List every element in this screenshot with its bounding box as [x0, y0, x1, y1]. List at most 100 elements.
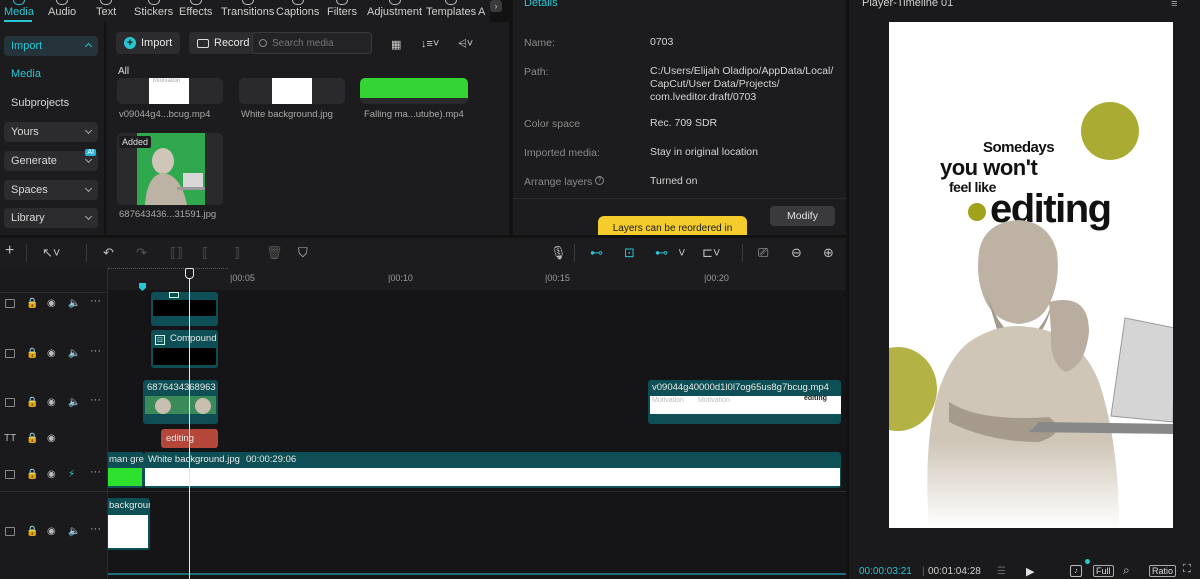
track-thumbnail-icon[interactable] — [5, 398, 15, 407]
split-left-icon[interactable]: ⟦ — [202, 246, 208, 259]
more-options-icon[interactable]: ··· — [90, 466, 101, 478]
screen-record-icon[interactable]: ⎚ — [758, 246, 768, 259]
preview-axis-icon[interactable]: ⊡ — [624, 246, 635, 259]
clip-background-audio[interactable]: backgroun — [108, 498, 150, 550]
tab-effects[interactable]: Effects — [179, 0, 212, 22]
eye-icon[interactable]: ◉ — [47, 526, 56, 537]
tab-stickers[interactable]: Stickers — [134, 0, 173, 22]
full-button[interactable]: Full — [1093, 565, 1114, 577]
tab-more[interactable]: A — [478, 0, 485, 22]
modify-button[interactable]: Modify — [770, 206, 835, 226]
filter-all[interactable]: All — [118, 66, 129, 77]
nav-library[interactable]: Library — [4, 208, 98, 228]
magnet-link-icon[interactable]: ⊷ — [590, 246, 603, 259]
speaker-icon[interactable]: 🔈 — [68, 298, 80, 309]
undo-icon[interactable]: ↶ — [103, 246, 114, 259]
lock-icon[interactable]: 🔒 — [26, 348, 38, 359]
track-thumbnail-icon[interactable] — [5, 527, 15, 536]
zoom-fit-icon[interactable]: ⌕ — [1123, 563, 1130, 578]
help-icon[interactable]: ? — [595, 176, 604, 185]
lock-icon[interactable]: 🔒 — [26, 433, 38, 444]
lock-icon[interactable]: 🔒 — [26, 397, 38, 408]
eye-icon[interactable]: ◉ — [47, 397, 56, 408]
zoom-out-icon[interactable]: ⊖ — [791, 246, 802, 259]
speaker-icon[interactable]: 🔈 — [68, 397, 80, 408]
record-button[interactable]: Record — [189, 32, 258, 54]
chevron-down-icon[interactable]: ˅ — [678, 246, 686, 259]
tab-captions[interactable]: Captions — [276, 0, 319, 22]
redo-icon[interactable]: ↷ — [136, 246, 147, 259]
timeline-bottom-scrollbar[interactable] — [108, 573, 846, 575]
track-thumbnail-icon[interactable] — [5, 349, 15, 358]
clip-compound[interactable]: ⊡ Compound — [151, 330, 218, 368]
music-note-icon[interactable]: ♪ — [1070, 565, 1082, 577]
tab-transitions[interactable]: Transitions — [221, 0, 274, 22]
import-button[interactable]: + Import — [116, 32, 181, 54]
player-canvas[interactable]: Somedays you won't feel like editing — [889, 22, 1173, 528]
fullscreen-icon[interactable]: ⛶ — [1183, 563, 1191, 576]
tab-media[interactable]: Media — [4, 0, 34, 22]
audio-icon — [56, 0, 69, 5]
clip-video-right[interactable]: v09044g40000d1l0l7og65us8g7bcug.mp4 Moti… — [648, 380, 841, 424]
delete-icon[interactable]: 🗑 — [266, 246, 283, 259]
menu-icon[interactable]: ≡ — [1171, 0, 1177, 10]
microphone-icon[interactable]: 🎙 — [550, 246, 567, 259]
tab-text[interactable]: Text — [96, 0, 116, 22]
shield-icon[interactable]: ⛉ — [298, 246, 308, 259]
tab-filters[interactable]: Filters — [327, 0, 357, 22]
more-options-icon[interactable]: ··· — [90, 523, 101, 535]
eye-icon[interactable]: ◉ — [47, 298, 56, 309]
nav-yours[interactable]: Yours — [4, 122, 98, 142]
ratio-button[interactable]: Ratio — [1149, 565, 1177, 577]
search-input[interactable] — [272, 37, 367, 49]
grid-view-icon[interactable]: ▦ — [391, 38, 401, 51]
search-box[interactable] — [252, 32, 372, 54]
lock-icon[interactable]: 🔒 — [26, 298, 38, 309]
more-options-icon[interactable]: ··· — [90, 345, 101, 357]
player-panel: Player-Timeline 01 ≡ Somedays you won't … — [849, 0, 1200, 579]
media-item-falling-video[interactable] — [360, 78, 468, 104]
more-options-icon[interactable]: ··· — [90, 394, 101, 406]
track-thumbnail-icon[interactable] — [5, 299, 15, 308]
linkage-icon[interactable]: ⊷ — [655, 246, 668, 259]
lock-icon[interactable]: 🔒 — [26, 526, 38, 537]
zoom-in-icon[interactable]: ⊕ — [823, 246, 834, 259]
split-icon[interactable]: ⟦⟧ — [170, 246, 183, 259]
split-right-icon[interactable]: ⟧ — [234, 246, 240, 259]
lock-icon[interactable]: 🔒 — [26, 469, 38, 480]
audio-off-icon[interactable]: ⚡ — [68, 469, 75, 480]
add-icon[interactable]: + — [5, 243, 14, 259]
media-item-white-background[interactable] — [239, 78, 345, 104]
nav-generate[interactable]: Generate AI — [4, 149, 98, 171]
clip-video-track-1[interactable] — [151, 292, 218, 326]
more-options-icon[interactable]: ··· — [90, 295, 101, 307]
eye-icon[interactable]: ◉ — [47, 433, 56, 444]
track-thumbnail-icon[interactable] — [5, 470, 15, 479]
speaker-icon[interactable]: 🔈 — [68, 348, 80, 359]
tab-audio[interactable]: Audio — [48, 0, 76, 22]
sort-icon[interactable]: ↓≡˅ — [421, 38, 439, 50]
tab-adjustment[interactable]: Adjustment — [367, 0, 422, 22]
timeline-list-icon[interactable]: ☰ — [997, 566, 1006, 577]
tab-templates[interactable]: Templates — [426, 0, 476, 22]
speaker-icon[interactable]: 🔈 — [68, 526, 80, 537]
filter-icon[interactable]: ⩤˅ — [458, 38, 473, 51]
nav-subprojects[interactable]: Subprojects — [11, 97, 69, 109]
clip-image-statue[interactable]: 6876434368963 — [143, 380, 218, 424]
clip-white-background[interactable]: White background.jpg 00:00:29:06 — [144, 452, 841, 488]
playhead-handle[interactable] — [185, 268, 194, 279]
eye-icon[interactable]: ◉ — [47, 348, 56, 359]
clip-green-screen[interactable]: man gre — [108, 452, 144, 488]
cursor-select-icon[interactable]: ↖˅ — [42, 246, 60, 259]
eye-icon[interactable]: ◉ — [47, 469, 56, 480]
playhead-line[interactable] — [189, 268, 190, 579]
media-item-video-1[interactable]: Motivation — [117, 78, 223, 104]
play-icon[interactable]: ▶ — [1026, 565, 1034, 578]
clip-thumbnail-strip: Motivation Motivation editing — [650, 395, 841, 414]
nav-spaces[interactable]: Spaces — [4, 180, 98, 200]
nav-import[interactable]: Import — [4, 36, 98, 56]
tabs-scroll-right-button[interactable]: › — [490, 0, 502, 12]
divider — [0, 491, 108, 492]
nav-media[interactable]: Media — [11, 68, 41, 80]
track-options-icon[interactable]: ⊏˅ — [702, 246, 720, 259]
